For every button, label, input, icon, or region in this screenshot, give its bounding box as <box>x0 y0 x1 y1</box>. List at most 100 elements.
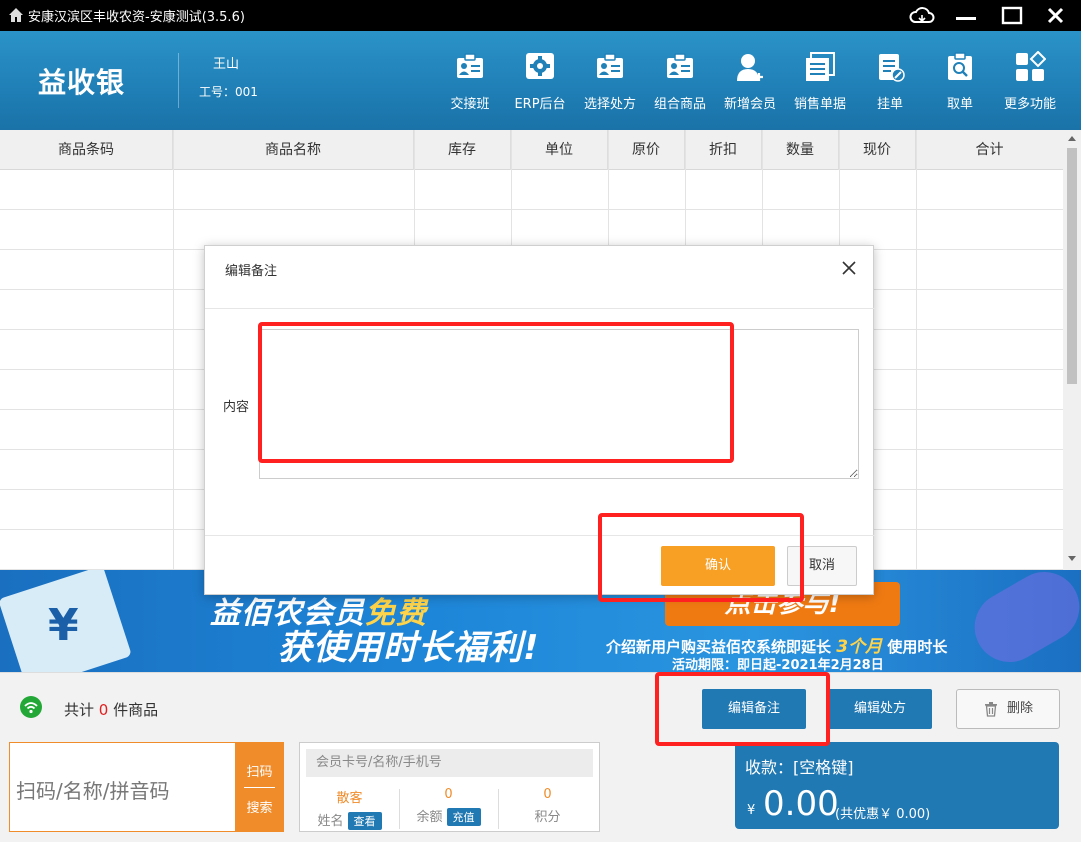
dialog-divider <box>205 535 875 536</box>
banner-period: 活动期限：即日起-2021年2月28日 <box>672 658 884 672</box>
table-scrollbar[interactable] <box>1063 130 1081 570</box>
id-card-icon <box>597 53 623 78</box>
close-icon[interactable] <box>841 260 857 276</box>
wifi-icon <box>20 696 42 718</box>
scan-input[interactable]: 扫码/名称/拼音码 <box>16 775 169 804</box>
member-balance-cell: 0 余额 充值 <box>399 787 498 831</box>
tool-hold-order[interactable]: 挂单 <box>855 51 925 125</box>
member-balance-label: 余额 <box>416 810 443 825</box>
col-unit: 单位 <box>511 130 608 170</box>
app-logo: 益收银 <box>38 66 126 99</box>
tool-add-member[interactable]: 新增会员 <box>715 51 785 125</box>
tool-more-functions[interactable]: 更多功能 <box>995 51 1065 125</box>
tool-shift-handover[interactable]: 交接班 <box>435 51 505 125</box>
member-points-label: 积分 <box>534 810 561 825</box>
id-card-icon <box>667 53 693 78</box>
delete-label: 删除 <box>1006 701 1033 716</box>
cashier-name: 王山 <box>213 57 240 72</box>
member-points-cell: 0 积分 <box>498 787 597 831</box>
remark-content-textarea[interactable] <box>259 329 859 479</box>
member-name-label: 姓名 <box>317 814 344 829</box>
banner-decoration <box>961 570 1081 672</box>
banner-subheadline: 获使用时长福利! <box>278 628 540 668</box>
tool-sales-documents[interactable]: 销售单据 <box>785 51 855 125</box>
tool-label: 更多功能 <box>1003 97 1056 112</box>
table-header: 商品条码 商品名称 库存 单位 原价 折扣 数量 现价 合计 <box>0 130 1063 170</box>
tool-combo-products[interactable]: 组合商品 <box>645 51 715 125</box>
col-discount: 折扣 <box>685 130 762 170</box>
scan-side-divider <box>244 787 275 788</box>
checkout-panel: 扫码/名称/拼音码 扫码 搜索 会员卡号/名称/手机号 散客 姓名 查看 0 余额… <box>0 742 1081 842</box>
scroll-down-icon[interactable] <box>1068 556 1076 561</box>
employee-id: 工号：001 <box>199 83 258 100</box>
col-total: 合计 <box>975 142 1004 158</box>
table-row[interactable] <box>0 170 1063 210</box>
table-row[interactable] <box>0 210 1063 250</box>
trash-icon <box>984 701 997 717</box>
payment-amount: 0.00 <box>763 784 839 824</box>
currency-symbol: ¥ <box>747 803 756 818</box>
payment-discount: (共优惠￥ 0.00) <box>835 807 931 822</box>
tool-label: 销售单据 <box>793 97 846 112</box>
tool-erp-backend[interactable]: ERP后台 <box>505 51 575 125</box>
member-points-value: 0 <box>543 787 552 802</box>
tool-label: 选择处方 <box>583 97 636 112</box>
column-divider <box>173 130 174 570</box>
action-bar: 共计 0 件商品 编辑备注 编辑处方 删除 <box>0 672 1081 742</box>
cancel-button[interactable]: 取消 <box>787 546 857 586</box>
header-divider <box>178 53 179 108</box>
document-stack-icon <box>806 52 835 81</box>
payment-button[interactable]: 收款：[空格键] ¥ 0.00 (共优惠￥ 0.00) <box>735 742 1059 829</box>
tool-label: 新增会员 <box>723 97 776 112</box>
erp-gear-icon <box>526 53 554 79</box>
col-stock: 库存 <box>414 130 511 170</box>
close-icon[interactable] <box>1042 4 1070 28</box>
employee-id-label: 工号： <box>199 85 236 99</box>
tool-label: 交接班 <box>450 97 490 112</box>
tool-label: 取单 <box>946 97 973 112</box>
member-view-button[interactable]: 查看 <box>347 812 382 830</box>
item-count: 共计 0 件商品 <box>64 699 158 720</box>
clipboard-search-icon <box>948 52 972 80</box>
window-title: 安康汉滨区丰收农资-安康测试(3.5.6) <box>28 10 245 25</box>
col-name: 商品名称 <box>173 130 414 170</box>
scan-input-box[interactable]: 扫码/名称/拼音码 扫码 搜索 <box>9 742 284 832</box>
maximize-icon[interactable] <box>998 4 1026 28</box>
item-count-value: 0 <box>98 701 109 719</box>
delete-button[interactable]: 删除 <box>956 689 1060 729</box>
tool-label: ERP后台 <box>514 97 566 112</box>
id-card-icon <box>457 53 483 78</box>
edit-prescription-button[interactable]: 编辑处方 <box>828 689 932 729</box>
scrollbar-thumb[interactable] <box>1067 148 1077 384</box>
grid-more-icon <box>1016 51 1046 81</box>
add-user-icon <box>737 54 763 81</box>
edit-remark-dialog: 编辑备注 内容 确认 取消 <box>204 245 875 595</box>
dialog-title: 编辑备注 <box>225 264 278 279</box>
tool-label: 组合商品 <box>653 97 706 112</box>
member-name-cell: 散客 姓名 查看 <box>300 787 399 831</box>
scan-button[interactable]: 扫码 <box>235 761 284 780</box>
member-search-input[interactable]: 会员卡号/名称/手机号 <box>306 749 593 777</box>
edit-remark-button[interactable]: 编辑备注 <box>702 689 806 729</box>
item-count-prefix: 共计 <box>64 701 95 719</box>
promo-suffix: 使用时长 <box>887 638 948 656</box>
member-panel: 会员卡号/名称/手机号 散客 姓名 查看 0 余额 充值 0 积分 <box>299 742 600 832</box>
employee-id-value: 001 <box>235 85 258 99</box>
search-button[interactable]: 搜索 <box>235 797 284 816</box>
tool-label: 挂单 <box>876 97 903 112</box>
window-titlebar: 安康汉滨区丰收农资-安康测试(3.5.6) <box>0 0 1081 31</box>
content-label: 内容 <box>223 400 250 415</box>
member-name-value: 散客 <box>336 791 363 806</box>
minimize-icon[interactable] <box>952 4 980 28</box>
member-balance-value: 0 <box>444 787 453 802</box>
tool-select-prescription[interactable]: 选择处方 <box>575 51 645 125</box>
scroll-up-icon[interactable] <box>1068 136 1076 141</box>
app-header: 益收银 王山 工号：001 交接班 ERP后台 选择处方 组合商品 新增会员 销… <box>0 31 1081 130</box>
recharge-button[interactable]: 充值 <box>446 808 481 826</box>
payment-label: 收款：[空格键] <box>745 758 854 777</box>
tool-retrieve-order[interactable]: 取单 <box>925 51 995 125</box>
cloud-sync-icon[interactable] <box>908 4 936 28</box>
dialog-divider <box>205 308 875 309</box>
col-barcode: 商品条码 <box>0 130 173 170</box>
confirm-button[interactable]: 确认 <box>661 546 775 586</box>
